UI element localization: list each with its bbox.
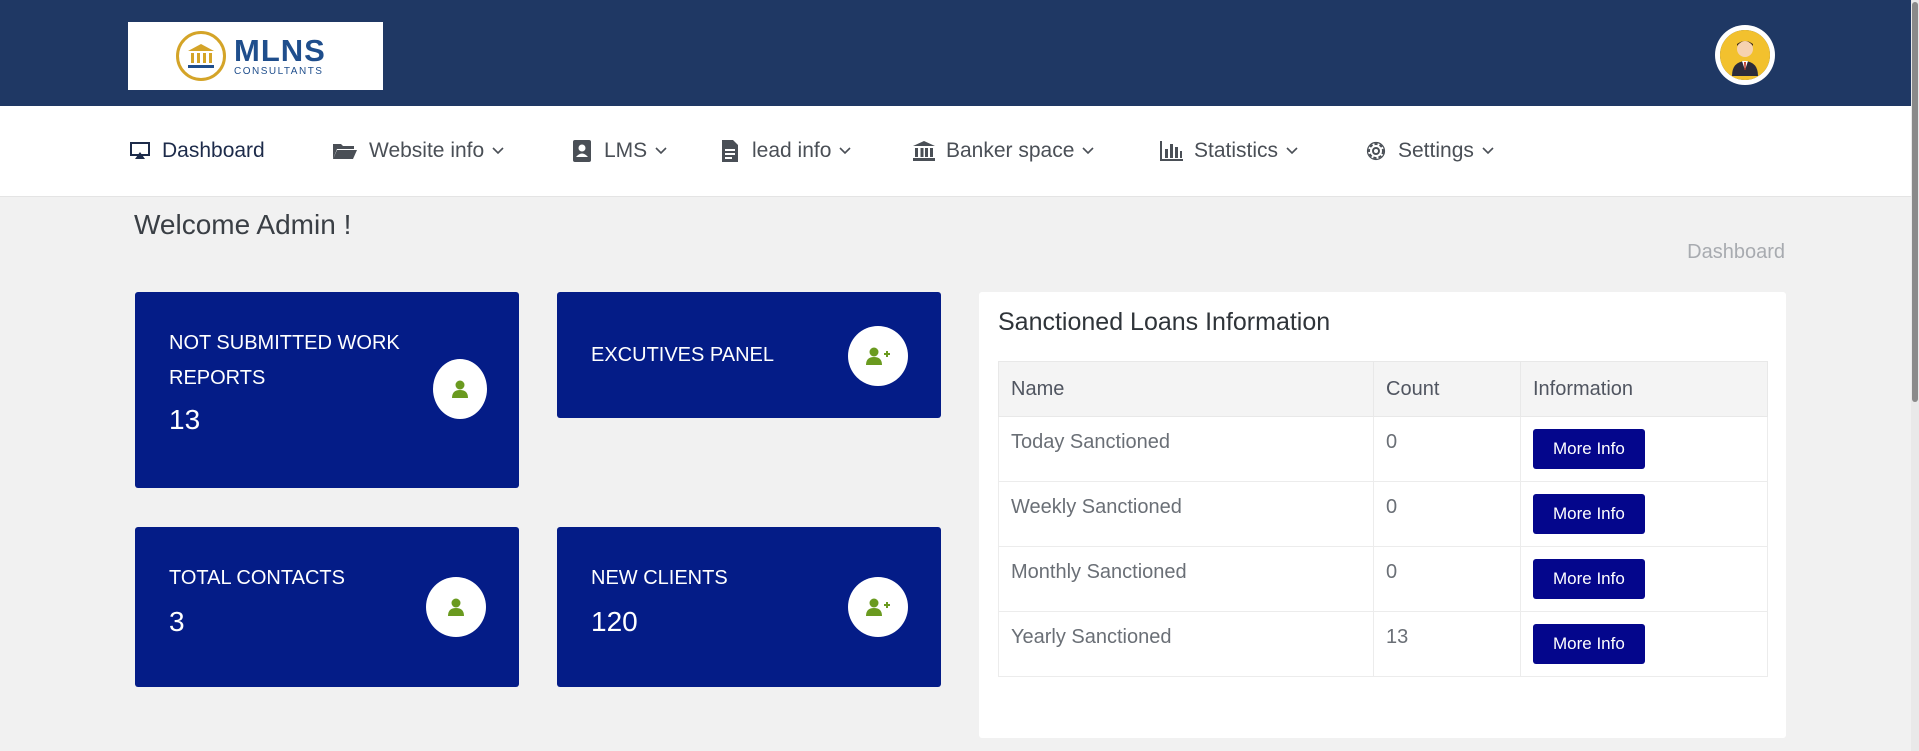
top-header: MLNS CONSULTANTS	[0, 0, 1919, 106]
breadcrumb[interactable]: Dashboard	[1687, 241, 1785, 264]
nav-settings-label: Settings	[1398, 139, 1474, 162]
nav-website-info[interactable]: Website info	[331, 106, 504, 196]
contacts-book-icon	[570, 139, 594, 163]
user-plus-icon	[848, 577, 908, 637]
scrollbar-thumb[interactable]	[1912, 2, 1918, 402]
card-value: 120	[591, 606, 638, 637]
nav-lms-label: LMS	[604, 139, 648, 162]
table-header-row: Name Count Information	[998, 361, 1768, 417]
row-name: Today Sanctioned	[998, 416, 1374, 482]
logo-subtitle: CONSULTANTS	[234, 65, 324, 77]
nav-dashboard-label: Dashboard	[162, 139, 265, 162]
card-value: 3	[169, 606, 185, 637]
main-navbar: Dashboard Website info LMS lead info Ban…	[0, 106, 1919, 197]
gear-icon	[1364, 139, 1388, 163]
chevron-down-icon	[839, 147, 851, 155]
card-new-clients[interactable]: NEW CLIENTS 120	[557, 527, 941, 687]
user-avatar[interactable]	[1715, 25, 1775, 85]
card-title: NOT SUBMITTED WORK REPORTS	[169, 332, 400, 389]
chevron-down-icon	[1082, 147, 1094, 155]
row-name: Yearly Sanctioned	[998, 611, 1374, 677]
folder-icon	[331, 139, 359, 163]
row-name: Monthly Sanctioned	[998, 546, 1374, 612]
more-info-button[interactable]: More Info	[1533, 624, 1645, 664]
nav-dashboard[interactable]: Dashboard	[128, 106, 265, 196]
chevron-down-icon	[1482, 147, 1494, 155]
user-icon	[433, 359, 487, 419]
nav-banker-space[interactable]: Banker space	[912, 106, 1094, 196]
row-info-cell: More Info	[1520, 416, 1768, 482]
card-not-submitted-reports[interactable]: NOT SUBMITTED WORK REPORTS 13	[135, 292, 519, 488]
bar-chart-icon	[1160, 139, 1184, 163]
chevron-down-icon	[1286, 147, 1298, 155]
nav-banker-space-label: Banker space	[946, 139, 1075, 162]
sanctioned-loans-table: Name Count Information Today Sanctioned …	[998, 361, 1768, 677]
card-title: TOTAL CONTACTS	[169, 567, 345, 589]
card-title: EXCUTIVES PANEL	[591, 344, 775, 366]
more-info-button[interactable]: More Info	[1533, 494, 1645, 534]
row-count: 0	[1373, 481, 1521, 547]
panel-title: Sanctioned Loans Information	[998, 308, 1331, 336]
monitor-icon	[128, 139, 152, 163]
nav-lead-info-label: lead info	[752, 139, 832, 162]
chevron-down-icon	[492, 147, 504, 155]
row-count: 0	[1373, 416, 1521, 482]
row-info-cell: More Info	[1520, 611, 1768, 677]
bank-emblem-icon	[176, 31, 226, 81]
sanctioned-loans-panel: Sanctioned Loans Information Name Count …	[979, 292, 1786, 738]
page-scrollbar[interactable]	[1911, 0, 1919, 751]
chevron-down-icon	[655, 147, 667, 155]
logo-title: MLNS	[234, 32, 326, 68]
bank-icon	[912, 139, 936, 163]
table-row: Today Sanctioned 0 More Info	[998, 416, 1768, 482]
row-count: 0	[1373, 546, 1521, 612]
row-info-cell: More Info	[1520, 546, 1768, 612]
nav-lead-info[interactable]: lead info	[718, 106, 851, 196]
welcome-heading: Welcome Admin !	[134, 209, 352, 240]
more-info-button[interactable]: More Info	[1533, 559, 1645, 599]
nav-settings[interactable]: Settings	[1364, 106, 1494, 196]
user-plus-icon	[848, 326, 908, 386]
row-count: 13	[1373, 611, 1521, 677]
document-icon	[718, 139, 742, 163]
company-logo[interactable]: MLNS CONSULTANTS	[128, 22, 383, 90]
column-header-count: Count	[1373, 361, 1521, 417]
row-info-cell: More Info	[1520, 481, 1768, 547]
table-row: Weekly Sanctioned 0 More Info	[998, 481, 1768, 547]
table-row: Monthly Sanctioned 0 More Info	[998, 546, 1768, 612]
column-header-information: Information	[1520, 361, 1768, 417]
card-title: NEW CLIENTS	[591, 567, 728, 589]
card-total-contacts[interactable]: TOTAL CONTACTS 3	[135, 527, 519, 687]
row-name: Weekly Sanctioned	[998, 481, 1374, 547]
nav-lms[interactable]: LMS	[570, 106, 667, 196]
table-row: Yearly Sanctioned 13 More Info	[998, 611, 1768, 677]
avatar-image	[1720, 30, 1770, 80]
more-info-button[interactable]: More Info	[1533, 429, 1645, 469]
user-icon	[426, 577, 486, 637]
nav-statistics[interactable]: Statistics	[1160, 106, 1298, 196]
card-value: 13	[169, 404, 201, 435]
column-header-name: Name	[998, 361, 1374, 417]
card-executives-panel[interactable]: EXCUTIVES PANEL	[557, 292, 941, 418]
nav-website-info-label: Website info	[369, 139, 485, 162]
nav-statistics-label: Statistics	[1194, 139, 1279, 162]
